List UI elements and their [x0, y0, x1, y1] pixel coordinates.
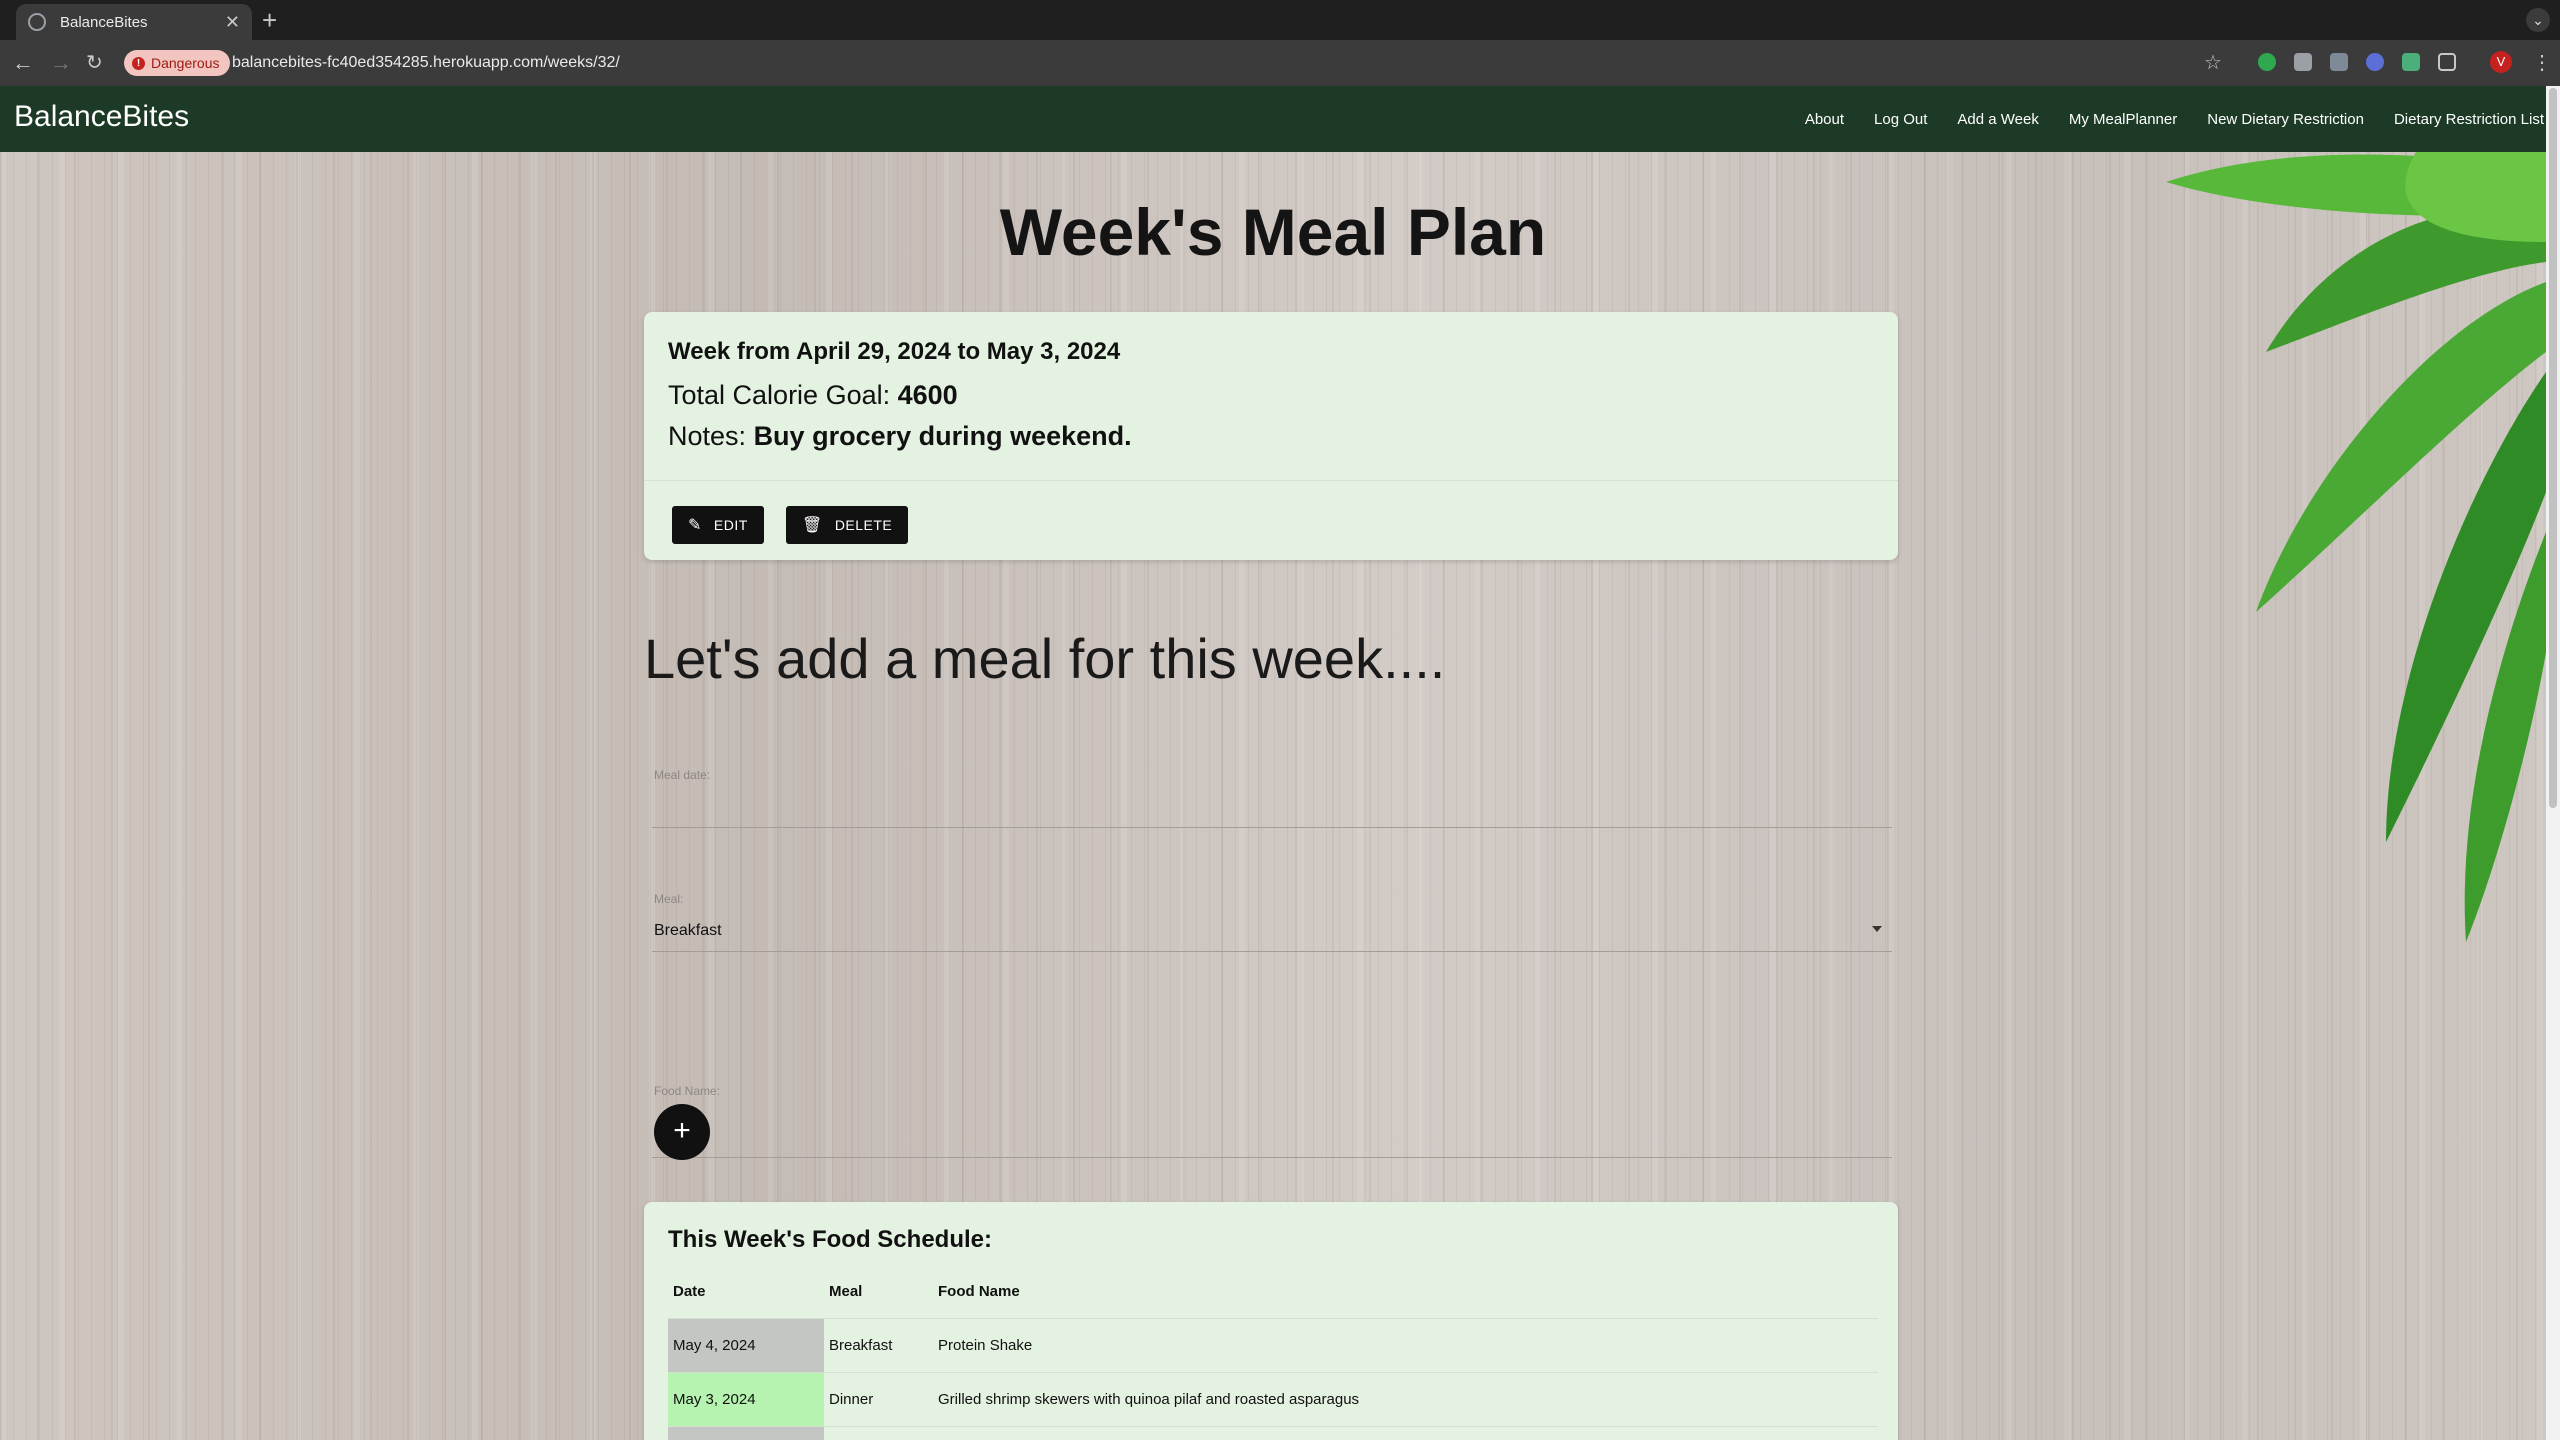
delete-label: DELETE [834, 517, 893, 533]
security-warning-chip[interactable]: ! Dangerous [124, 50, 230, 76]
address-bar[interactable]: ! Dangerous balancebites-fc40ed354285.he… [118, 47, 2218, 79]
meal-select[interactable]: Meal: Breakfast [652, 882, 1892, 952]
column-header-date: Date [668, 1266, 824, 1319]
meal-cell [824, 1426, 933, 1440]
url-text[interactable]: balancebites-fc40ed354285.herokuapp.com/… [232, 54, 620, 72]
meal-cell: Breakfast [824, 1318, 933, 1373]
warning-icon: ! [132, 56, 145, 70]
nav-dietary-restriction-list[interactable]: Dietary Restriction List [2394, 111, 2544, 128]
notes-value: Buy grocery during weekend. [753, 421, 1132, 451]
scrollbar-thumb[interactable] [2549, 88, 2557, 808]
brand-logo[interactable]: BalanceBites [14, 100, 189, 134]
food-cell [933, 1426, 1878, 1440]
food-cell: Grilled shrimp skewers with quinoa pilaf… [933, 1372, 1878, 1427]
site-navbar: BalanceBites About Log Out Add a Week My… [0, 86, 2560, 152]
extension-icon[interactable] [2366, 53, 2384, 71]
column-header-meal: Meal [824, 1266, 933, 1319]
forward-icon[interactable]: → [50, 50, 72, 76]
browser-tab[interactable]: BalanceBites ✕ [16, 4, 252, 40]
calorie-goal-label: Total Calorie Goal: [668, 380, 891, 410]
tab-search-icon[interactable]: ⌄ [2526, 8, 2550, 32]
week-summary-card: Week from April 29, 2024 to May 3, 2024 … [644, 312, 1898, 560]
puzzle-extensions-icon[interactable] [2438, 53, 2456, 71]
edit-week-button[interactable]: ✎ EDIT [672, 506, 764, 544]
card-divider [644, 480, 1898, 481]
column-header-food-name: Food Name [933, 1266, 1878, 1319]
browser-tabstrip: BalanceBites ✕ + ⌄ [0, 0, 2560, 40]
food-name-input[interactable]: Food Name: [652, 1072, 1892, 1158]
close-tab-icon[interactable]: ✕ [225, 13, 240, 31]
meal-date-label: Meal date: [654, 768, 711, 782]
delete-week-button[interactable]: 🗑 DELETE [786, 506, 909, 544]
bookmark-star-icon[interactable]: ☆ [2204, 50, 2222, 75]
food-name-label: Food Name: [654, 1084, 721, 1098]
date-cell: May 3, 2024 [668, 1372, 824, 1427]
add-meal-heading: Let's add a meal for this week.... [644, 627, 1446, 690]
browser-menu-icon[interactable]: ⋮ [2532, 50, 2552, 75]
back-icon[interactable]: ← [12, 50, 34, 76]
nav-links: About Log Out Add a Week My MealPlanner … [1775, 86, 2544, 152]
food-cell: Protein Shake [933, 1318, 1878, 1373]
leaves-decoration-image [2166, 152, 2546, 942]
week-range: Week from April 29, 2024 to May 3, 2024 [668, 338, 1121, 365]
date-cell: May 4, 2024 [668, 1318, 824, 1373]
trash-icon: 🗑 [802, 517, 823, 534]
table-row[interactable]: May 4, 2024 Breakfast Protein Shake [668, 1318, 1878, 1373]
meal-cell: Dinner [824, 1372, 933, 1427]
table-header-row: Date Meal Food Name [668, 1266, 1878, 1319]
pencil-icon: ✎ [688, 517, 702, 534]
notes-label: Notes: [668, 421, 747, 451]
week-notes: Notes: Buy grocery during weekend. [668, 421, 1132, 452]
meal-date-field[interactable]: Meal date: [652, 758, 1892, 828]
calorie-goal: Total Calorie Goal: 4600 [668, 380, 958, 411]
extension-icon[interactable] [2294, 53, 2312, 71]
browser-toolbar: ← → ↻ ! Dangerous balancebites-fc40ed354… [0, 40, 2560, 86]
date-cell [668, 1426, 824, 1440]
meal-select-value: Breakfast [654, 922, 722, 939]
nav-about[interactable]: About [1805, 111, 1844, 128]
nav-logout[interactable]: Log Out [1874, 111, 1927, 128]
tab-title: BalanceBites [60, 13, 148, 31]
new-tab-icon[interactable]: + [262, 6, 277, 34]
page-scrollbar[interactable] [2546, 86, 2560, 1440]
edit-label: EDIT [713, 517, 748, 533]
nav-new-dietary-restriction[interactable]: New Dietary Restriction [2207, 111, 2364, 128]
reload-icon[interactable]: ↻ [86, 50, 103, 76]
profile-avatar[interactable]: V [2490, 51, 2512, 73]
dropdown-caret-icon [1872, 926, 1882, 932]
security-chip-label: Dangerous [151, 55, 220, 71]
extension-icon[interactable] [2402, 53, 2420, 71]
page: BalanceBites About Log Out Add a Week My… [0, 86, 2560, 1440]
page-title: Week's Meal Plan [999, 195, 1547, 269]
table-row[interactable]: May 3, 2024 Dinner Grilled shrimp skewer… [668, 1372, 1878, 1427]
meal-select-label: Meal: [654, 892, 684, 906]
schedule-table: Date Meal Food Name May 4, 2024 Breakfas… [668, 1266, 1878, 1440]
food-schedule-card: This Week's Food Schedule: Date Meal Foo… [644, 1202, 1898, 1440]
grammarly-extension-icon[interactable] [2258, 53, 2276, 71]
add-meal-button[interactable]: + [654, 1104, 710, 1160]
globe-icon [28, 13, 46, 31]
nav-my-mealplanner[interactable]: My MealPlanner [2069, 111, 2177, 128]
nav-add-week[interactable]: Add a Week [1957, 111, 2038, 128]
table-row[interactable] [668, 1426, 1878, 1440]
extension-icon[interactable] [2330, 53, 2348, 71]
calorie-goal-value: 4600 [897, 380, 958, 410]
schedule-title: This Week's Food Schedule: [668, 1226, 992, 1253]
